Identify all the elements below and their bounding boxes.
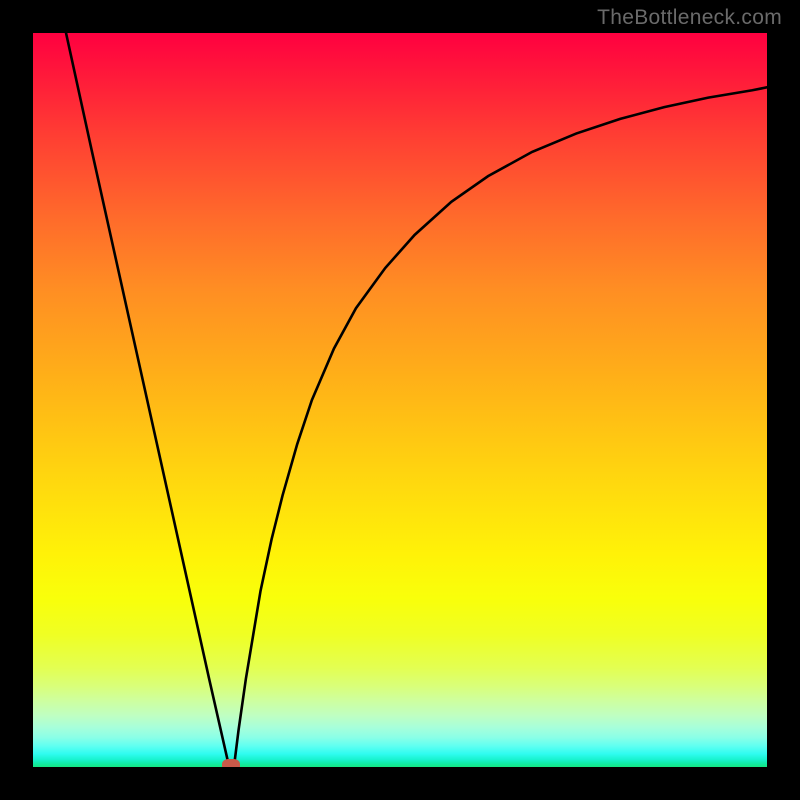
bottleneck-curve [33,33,767,767]
watermark-text: TheBottleneck.com [597,6,782,30]
chart-frame: TheBottleneck.com [0,0,800,800]
minimum-marker [222,759,240,767]
plot-area [33,33,767,767]
